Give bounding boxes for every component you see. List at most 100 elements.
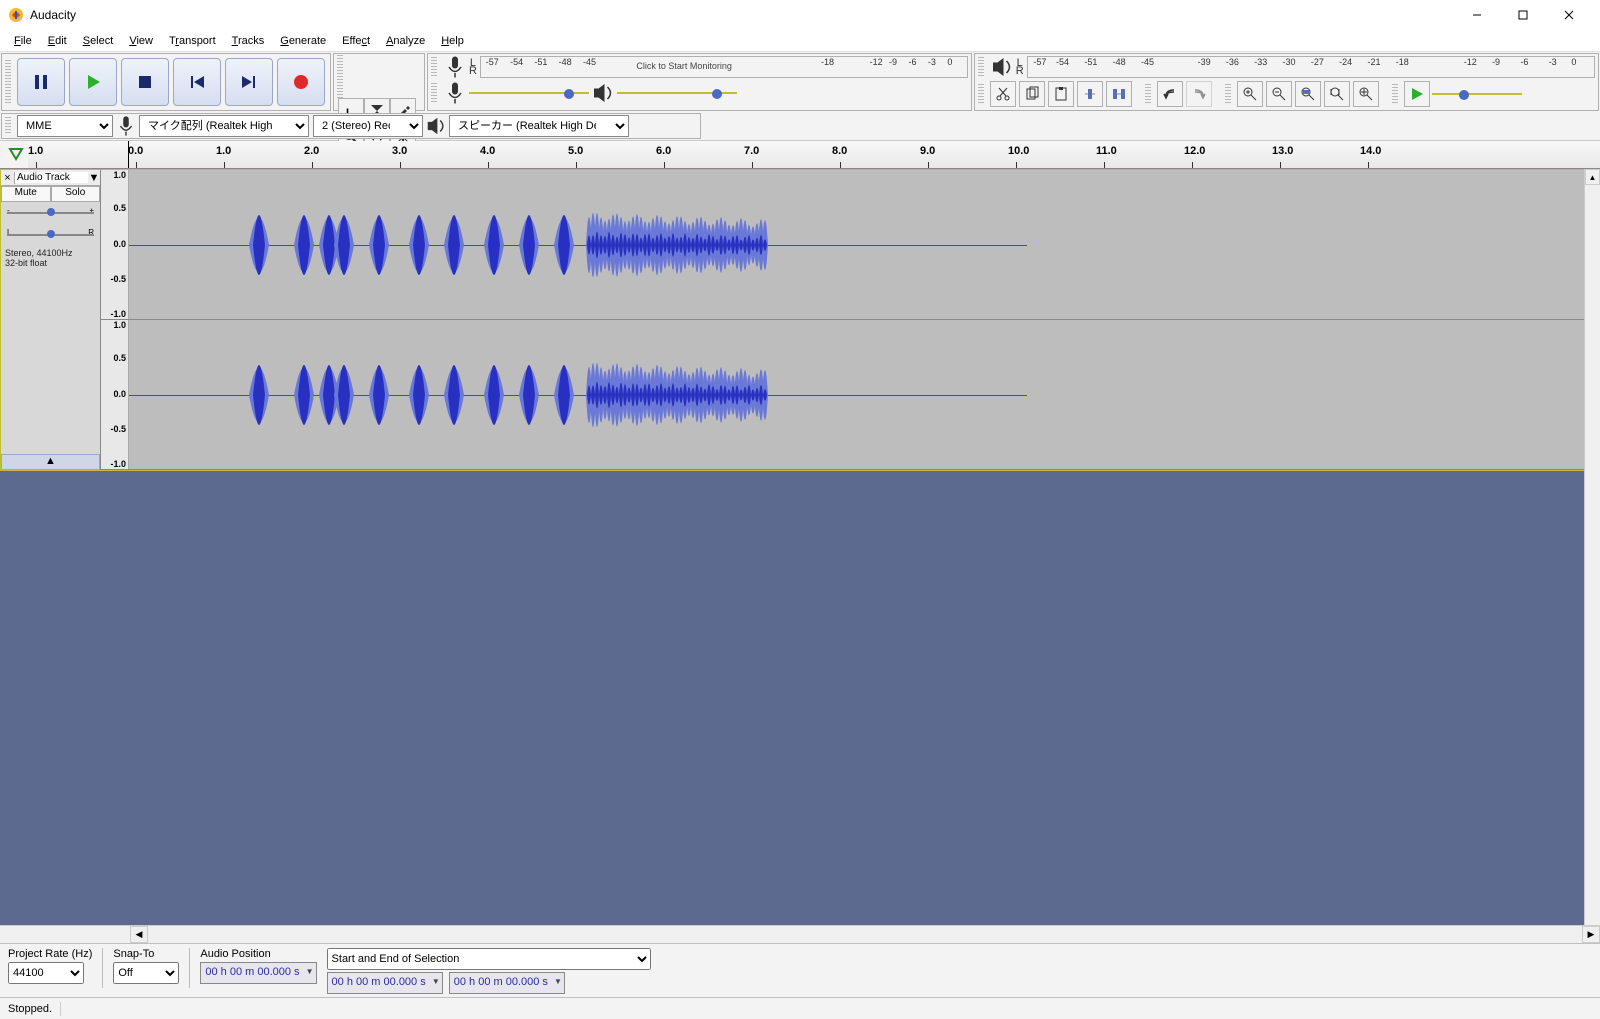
gain-slider[interactable]: - + xyxy=(7,206,94,220)
track-menu-button[interactable]: ▼ xyxy=(88,172,100,184)
zoom-in-button[interactable] xyxy=(1237,81,1263,107)
mic-icon xyxy=(115,115,137,137)
toolbar-grip[interactable] xyxy=(1392,84,1398,105)
play-at-speed-button[interactable] xyxy=(1404,81,1430,107)
trim-button[interactable] xyxy=(1077,81,1103,107)
playback-volume-slider[interactable] xyxy=(617,86,737,100)
start-monitoring-text[interactable]: Click to Start Monitoring xyxy=(636,61,732,71)
tools-toolbar: I xyxy=(333,53,425,111)
menubar: File Edit Select View Transport Tracks G… xyxy=(0,30,1600,52)
track-collapse-button[interactable]: ▲ xyxy=(1,454,100,470)
waveform-left[interactable] xyxy=(129,170,1599,319)
waveform-right[interactable] xyxy=(129,320,1599,469)
menu-help[interactable]: Help xyxy=(433,33,472,49)
menu-transport[interactable]: Transport xyxy=(161,33,224,49)
tracks-area: × Audio Track ▼ Mute Solo - + L R Stereo… xyxy=(0,169,1600,925)
menu-effect[interactable]: Effect xyxy=(334,33,378,49)
recording-volume-slider[interactable] xyxy=(469,86,589,100)
track-name[interactable]: Audio Track xyxy=(15,172,88,183)
toolbar-area: I LR -57-54-51-48-45 Click to Start Moni… xyxy=(0,52,1600,141)
skip-start-button[interactable] xyxy=(173,58,221,106)
play-speed-slider[interactable] xyxy=(1432,87,1522,101)
speaker-icon xyxy=(591,81,615,105)
fit-selection-button[interactable] xyxy=(1295,81,1321,107)
skip-end-button[interactable] xyxy=(225,58,273,106)
menu-generate[interactable]: Generate xyxy=(272,33,334,49)
copy-button[interactable] xyxy=(1019,81,1045,107)
record-meter-toolbar: LR -57-54-51-48-45 Click to Start Monito… xyxy=(427,53,972,111)
maximize-button[interactable] xyxy=(1500,0,1546,30)
paste-button[interactable] xyxy=(1048,81,1074,107)
playback-edit-toolbar: LR -57-54-51-48-45 -39-36-33-30-27-24-21… xyxy=(974,53,1599,111)
toolbar-grip[interactable] xyxy=(337,55,343,98)
close-button[interactable] xyxy=(1546,0,1592,30)
mute-button[interactable]: Mute xyxy=(1,186,51,202)
vertical-scale[interactable]: 1.00.50.0-0.5-1.0 xyxy=(101,320,129,469)
audio-position-display[interactable]: 00 h 00 m 00.000 s▼ xyxy=(200,962,316,984)
playback-device-select[interactable]: スピーカー (Realtek High Defir xyxy=(449,115,629,137)
menu-view[interactable]: View xyxy=(121,33,161,49)
record-button[interactable] xyxy=(277,58,325,106)
toolbar-grip[interactable] xyxy=(5,117,11,135)
zoom-out-button[interactable] xyxy=(1266,81,1292,107)
menu-select[interactable]: Select xyxy=(75,33,122,49)
vertical-scale[interactable]: 1.00.50.0-0.5-1.0 xyxy=(101,170,129,319)
snap-to-select[interactable]: Off xyxy=(113,962,179,984)
cut-button[interactable] xyxy=(990,81,1016,107)
recording-channels-select[interactable]: 2 (Stereo) Recor xyxy=(313,115,423,137)
toolbar-grip[interactable] xyxy=(431,83,437,102)
fit-project-button[interactable] xyxy=(1324,81,1350,107)
snap-to-label: Snap-To xyxy=(113,948,179,960)
scroll-right-button[interactable]: ▶ xyxy=(1582,926,1600,943)
pause-button[interactable] xyxy=(17,58,65,106)
selection-mode-select[interactable]: Start and End of Selection xyxy=(327,948,651,970)
toolbar-grip[interactable] xyxy=(5,60,11,103)
horizontal-scrollbar[interactable]: ◀ ▶ xyxy=(0,925,1600,943)
stop-button[interactable] xyxy=(121,58,169,106)
scroll-left-button[interactable]: ◀ xyxy=(130,926,148,943)
minimize-button[interactable] xyxy=(1454,0,1500,30)
pinned-play-head-icon[interactable] xyxy=(8,145,24,161)
undo-button[interactable] xyxy=(1157,81,1183,107)
timeline-ruler[interactable]: 1.00.01.02.03.04.05.06.07.08.09.010.011.… xyxy=(0,141,1600,169)
vertical-scrollbar[interactable]: ▲ xyxy=(1584,169,1600,925)
audio-host-select[interactable]: MME xyxy=(17,115,113,137)
recording-meter[interactable]: -57-54-51-48-45 Click to Start Monitorin… xyxy=(480,56,968,78)
menu-analyze[interactable]: Analyze xyxy=(378,33,433,49)
titlebar: Audacity xyxy=(0,0,1600,30)
track-control-panel: × Audio Track ▼ Mute Solo - + L R Stereo… xyxy=(1,170,101,470)
mic-icon[interactable] xyxy=(443,55,467,79)
scroll-up-button[interactable]: ▲ xyxy=(1585,169,1600,185)
selection-start-display[interactable]: 00 h 00 m 00.000 s▼ xyxy=(327,972,443,994)
meter-lr-label: LR xyxy=(469,59,477,75)
menu-tracks[interactable]: Tracks xyxy=(224,33,273,49)
zoom-toggle-button[interactable] xyxy=(1353,81,1379,107)
toolbar-grip[interactable] xyxy=(431,57,437,76)
playback-meter[interactable]: -57-54-51-48-45 -39-36-33-30-27-24-21-18… xyxy=(1027,56,1595,78)
selection-end-display[interactable]: 00 h 00 m 00.000 s▼ xyxy=(449,972,565,994)
status-bar: Stopped. xyxy=(0,997,1600,1019)
project-rate-label: Project Rate (Hz) xyxy=(8,948,92,960)
speaker-icon[interactable] xyxy=(990,55,1014,79)
toolbar-grip[interactable] xyxy=(1145,84,1151,105)
window-title: Audacity xyxy=(30,8,1454,22)
audio-position-label: Audio Position xyxy=(200,948,316,960)
toolbar-grip[interactable] xyxy=(1225,84,1231,105)
mic-icon xyxy=(443,81,467,105)
redo-button[interactable] xyxy=(1186,81,1212,107)
silence-button[interactable] xyxy=(1106,81,1132,107)
track-close-button[interactable]: × xyxy=(1,172,15,184)
speaker-icon xyxy=(425,115,447,137)
toolbar-grip[interactable] xyxy=(978,84,984,105)
status-text: Stopped. xyxy=(8,1003,52,1015)
menu-file[interactable]: File xyxy=(6,33,40,49)
play-button[interactable] xyxy=(69,58,117,106)
recording-device-select[interactable]: マイク配列 (Realtek High Def xyxy=(139,115,309,137)
pan-slider[interactable]: L R xyxy=(7,228,94,242)
toolbar-grip[interactable] xyxy=(978,57,984,76)
solo-button[interactable]: Solo xyxy=(51,186,101,202)
menu-edit[interactable]: Edit xyxy=(40,33,75,49)
project-rate-select[interactable]: 44100 xyxy=(8,962,84,984)
audacity-logo-icon xyxy=(8,7,24,23)
transport-toolbar xyxy=(1,53,331,111)
